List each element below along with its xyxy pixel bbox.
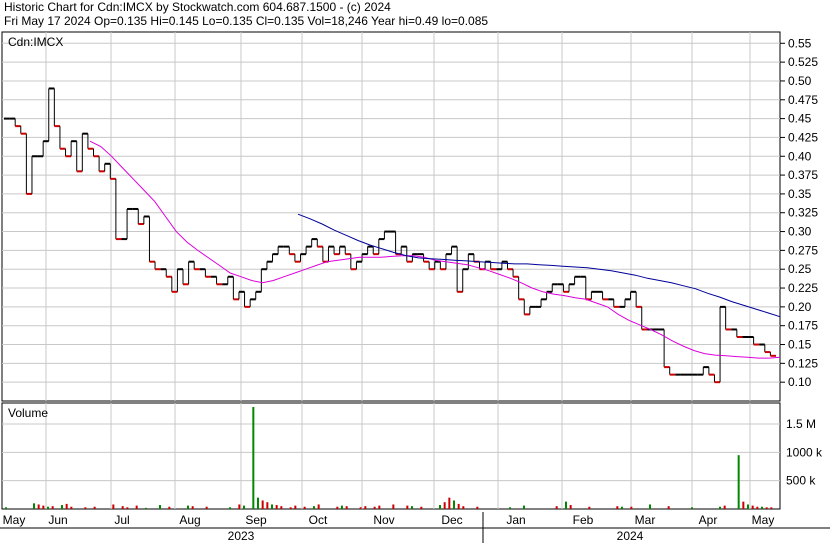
price-y-tick-label: 0.325 — [788, 206, 818, 220]
x-month-label: May — [752, 513, 775, 527]
year-label: 2023 — [228, 529, 255, 543]
year-label: 2024 — [617, 529, 644, 543]
price-y-tick-label: 0.55 — [788, 36, 812, 50]
price-y-tick-label: 0.475 — [788, 93, 818, 107]
volume-y-tick-label: 1000 k — [786, 445, 823, 459]
price-y-tick-label: 0.125 — [788, 356, 818, 370]
moving-average-long-line — [297, 213, 781, 318]
x-month-label: Apr — [699, 513, 718, 527]
x-month-label: May — [3, 513, 26, 527]
price-y-tick-label: 0.10 — [788, 375, 812, 389]
price-y-tick-label: 0.425 — [788, 130, 818, 144]
x-month-label: Dec — [441, 513, 462, 527]
x-month-label: Jul — [114, 513, 129, 527]
price-y-tick-label: 0.40 — [788, 149, 812, 163]
price-y-tick-label: 0.30 — [788, 225, 812, 239]
volume-y-tick-label: 1.5 M — [786, 417, 816, 431]
price-y-tick-label: 0.45 — [788, 112, 812, 126]
price-y-tick-label: 0.20 — [788, 300, 812, 314]
price-y-tick-label: 0.225 — [788, 281, 818, 295]
x-month-label: Mar — [635, 513, 656, 527]
price-y-tick-label: 0.35 — [788, 187, 812, 201]
price-panel-label: Cdn:IMCX — [8, 35, 63, 49]
x-month-label: Nov — [373, 513, 394, 527]
stock-chart: 0.55 0.525 0.50 0.475 0.45 0.425 0.40 0.375 0.35… — [0, 31, 830, 543]
price-panel-frame — [1, 31, 781, 402]
price-y-tick-label: 0.25 — [788, 262, 812, 276]
x-month-label: Oct — [309, 513, 328, 527]
price-y-tick-label: 0.175 — [788, 319, 818, 333]
price-y-tick-label: 0.15 — [788, 338, 812, 352]
volume-panel-label: Volume — [8, 406, 48, 420]
x-month-label: Feb — [573, 513, 594, 527]
price-y-tick-label: 0.275 — [788, 243, 818, 257]
volume-panel-frame — [1, 402, 781, 510]
x-month-label: Aug — [179, 513, 200, 527]
price-y-tick-label: 0.525 — [788, 55, 818, 69]
x-month-label: Jan — [506, 513, 525, 527]
price-y-tick-label: 0.375 — [788, 168, 818, 182]
price-y-tick-label: 0.50 — [788, 74, 812, 88]
volume-y-tick-label: 500 k — [786, 474, 816, 488]
x-month-label: Sep — [245, 513, 267, 527]
x-month-label: Jun — [48, 513, 67, 527]
